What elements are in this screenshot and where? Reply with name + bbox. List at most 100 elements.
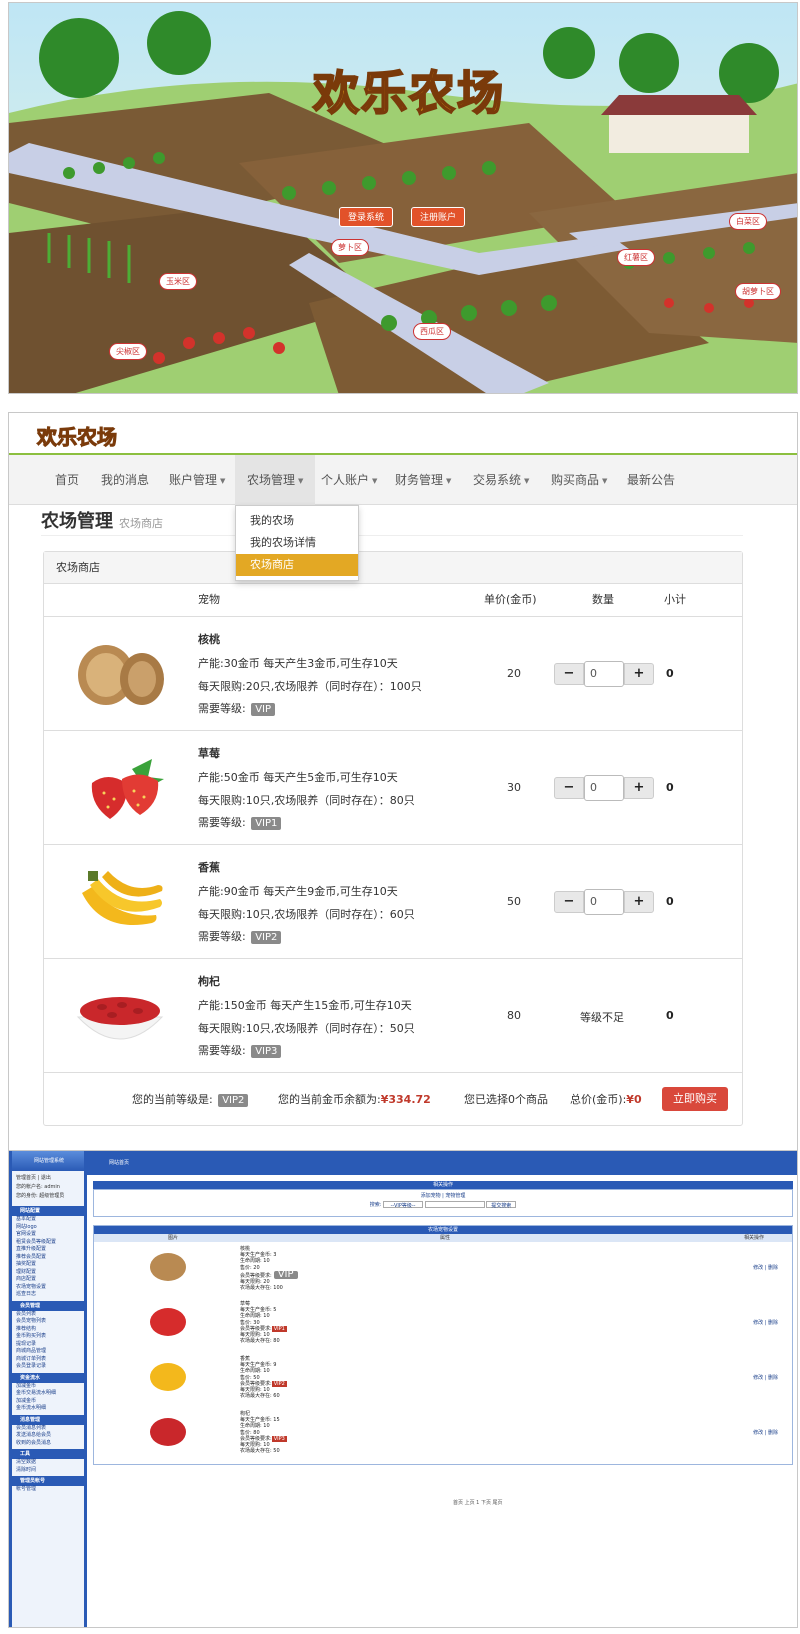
admin-menu-item[interactable]: 推荐结构 — [12, 1326, 84, 1334]
admin-menu-item[interactable]: 直推升级配置 — [12, 1246, 84, 1254]
nav-news[interactable]: 最新公告 — [615, 455, 687, 505]
admin-menu-item[interactable]: 发送消息给会员 — [12, 1432, 84, 1440]
admin-menu-item[interactable]: 提现记录 — [12, 1341, 84, 1349]
product-level: 需要等级: VIP1 — [198, 814, 282, 830]
ops-links[interactable]: 添加宠物 | 宠物管理 — [94, 1192, 792, 1201]
balance: 您的当前金币余额为:¥334.72 — [278, 1091, 431, 1107]
row-actions[interactable]: 修改 | 删除 — [753, 1319, 778, 1326]
row-actions[interactable]: 修改 | 删除 — [753, 1429, 778, 1436]
nav-personal[interactable]: 个人账户 ▼ — [309, 455, 389, 505]
minus-button[interactable]: − — [554, 891, 584, 913]
vip-badge: VIP3 — [271, 1435, 287, 1443]
admin-menu-group-title[interactable]: 管理员帐号 — [12, 1476, 84, 1486]
admin-menu-item[interactable]: 金币购买列表 — [12, 1333, 84, 1341]
minus-button[interactable]: − — [554, 777, 584, 799]
admin-top-links[interactable]: 管理首页 | 退出 — [16, 1174, 80, 1183]
admin-menu-item[interactable]: 商城订单列表 — [12, 1356, 84, 1364]
admin-menu-item[interactable]: 基本配置 — [12, 1216, 84, 1224]
table-row: 枸杞 每天生产金币: 15 生命周期: 10 售价: 80 会员等级要求: VIP3 每天限… — [94, 1409, 792, 1464]
admin-menu-item[interactable]: 官网设置 — [12, 1231, 84, 1239]
product-limit: 每天限购:10只,农场限养（同时存在）：60只 — [198, 908, 415, 921]
admin-home-tab[interactable]: 网站首页 — [109, 1160, 129, 1166]
pet-attribute: 农场最大存在: 80 — [240, 1338, 287, 1344]
admin-menu-item[interactable]: 农场宠物设置 — [12, 1284, 84, 1292]
nav-buy[interactable]: 购买商品 ▼ — [539, 455, 619, 505]
pet-attribute-text: 会员等级要求: — [240, 1272, 272, 1279]
admin-menu-item[interactable]: 理财配置 — [12, 1269, 84, 1277]
admin-menu-item[interactable]: 会员登录记录 — [12, 1363, 84, 1371]
strawberry-image — [91, 759, 164, 819]
vip-select[interactable]: --VIP等级-- — [383, 1201, 424, 1209]
search-button[interactable]: 提交搜索 — [486, 1201, 517, 1209]
menu-item-farm-details[interactable]: 我的农场详情 — [236, 532, 358, 554]
zone-tag: 红薯区 — [617, 249, 655, 266]
minus-button[interactable]: − — [554, 663, 584, 685]
admin-sidebar: 网站管理系统 管理首页 | 退出 您的帐户名: admin 您的身份: 超级管理… — [9, 1151, 87, 1627]
admin-menu-item[interactable]: 网站logo — [12, 1224, 84, 1232]
search-input[interactable] — [424, 1201, 485, 1208]
admin-menu-group-title[interactable]: 消息管理 — [12, 1414, 84, 1425]
admin-menu-item[interactable]: 清空数据 — [12, 1459, 84, 1467]
admin-menu-item[interactable]: 会员宠物列表 — [12, 1318, 84, 1326]
admin-menu-item[interactable]: 金币交易流水明细 — [12, 1390, 84, 1398]
plus-button[interactable]: + — [624, 663, 654, 685]
product-level: 需要等级: VIP — [198, 700, 276, 716]
nav-farm[interactable]: 农场管理 ▼ — [235, 455, 316, 505]
plus-button[interactable]: + — [624, 891, 654, 913]
site-logo[interactable]: 欢乐农场 — [37, 419, 118, 450]
admin-menu-item[interactable]: 收到的会员消息 — [12, 1440, 84, 1448]
admin-menu-item[interactable]: 巡查日志 — [12, 1291, 84, 1299]
register-button[interactable]: 注册账户 — [411, 207, 466, 227]
buy-now-button[interactable]: 立即购买 — [662, 1087, 728, 1111]
shop-panel-title: 农场商店 — [44, 552, 742, 584]
nav-label: 财务管理 — [395, 473, 444, 487]
nav-label: 交易系统 — [473, 473, 522, 487]
admin-menu: 网站配置 基本配置 网站logo 官网设置 租赁会员等级配置 直推升级配置 推荐会员配置 抽奖… — [12, 1206, 84, 1494]
pet-attribute-text: 生命周期: 10 — [240, 1258, 270, 1265]
admin-menu-item[interactable]: 会员列表 — [12, 1311, 84, 1319]
pagination[interactable]: 首页 上页 1 下页 尾页 — [453, 1499, 503, 1506]
admin-menu-item[interactable]: 抽奖配置 — [12, 1261, 84, 1269]
level-label: 需要等级: — [198, 930, 246, 943]
product-level: 需要等级: VIP2 — [198, 928, 282, 944]
nav-finance[interactable]: 财务管理 ▼ — [383, 455, 463, 505]
admin-menu-group-title[interactable]: 网站配置 — [12, 1206, 84, 1216]
admin-menu-item[interactable]: 清除时间 — [12, 1467, 84, 1475]
nav-label: 首页 — [55, 473, 80, 487]
row-actions[interactable]: 修改 | 删除 — [753, 1374, 778, 1381]
menu-item-farm-shop[interactable]: 农场商店 — [236, 554, 358, 576]
admin-main: 相关操作 添加宠物 | 宠物管理 搜索: --VIP等级-- 提交搜索 农场宠物… — [93, 1181, 793, 1506]
row-actions[interactable]: 修改 | 删除 — [753, 1264, 778, 1271]
admin-menu-item[interactable]: 推荐会员配置 — [12, 1254, 84, 1262]
admin-menu-item[interactable]: 商店配置 — [12, 1276, 84, 1284]
pet-thumbnail — [150, 1363, 186, 1391]
nav-home[interactable]: 首页 — [43, 455, 91, 505]
nav-messages[interactable]: 我的消息 — [89, 455, 161, 505]
admin-menu-group-title[interactable]: 会员管理 — [12, 1300, 84, 1311]
shop-panel: 农场商店 宠物 单价(金币) 数量 小计 核桃 产能:30金币 每天产生3金币,… — [43, 551, 743, 1126]
admin-menu-group-title[interactable]: 工具 — [12, 1449, 84, 1459]
admin-menu-item[interactable]: 商城商品管理 — [12, 1348, 84, 1356]
admin-menu-group-title[interactable]: 资金流水 — [12, 1372, 84, 1383]
pet-attribute-text: 生命周期: 10 — [240, 1313, 270, 1320]
login-button[interactable]: 登录系统 — [339, 207, 394, 227]
product-price: 20 — [507, 667, 521, 680]
product-yield: 产能:50金币 每天产生5金币,可生存10天 — [198, 771, 398, 784]
nav-account[interactable]: 账户管理 ▼ — [157, 455, 237, 505]
banana-image — [82, 871, 163, 925]
quantity-input[interactable]: 0 — [584, 661, 624, 687]
admin-menu-item[interactable]: 会员消息列表 — [12, 1425, 84, 1433]
plus-button[interactable]: + — [624, 777, 654, 799]
quantity-input[interactable]: 0 — [584, 889, 624, 915]
admin-menu-item[interactable]: 帐号管理 — [12, 1486, 84, 1494]
admin-menu-item[interactable]: 金币流水明细 — [12, 1405, 84, 1413]
admin-menu-item[interactable]: 加减金币 — [12, 1398, 84, 1406]
walnut-image — [78, 645, 164, 705]
quantity-input[interactable]: 0 — [584, 775, 624, 801]
pet-attribute-text: 农场最大存在: 60 — [240, 1393, 280, 1400]
admin-menu-item[interactable]: 租赁会员等级配置 — [12, 1239, 84, 1247]
nav-trade[interactable]: 交易系统 ▼ — [461, 455, 541, 505]
caret-down-icon: ▼ — [298, 476, 304, 485]
menu-item-my-farm[interactable]: 我的农场 — [236, 510, 358, 532]
admin-menu-item[interactable]: 加减金币 — [12, 1383, 84, 1391]
